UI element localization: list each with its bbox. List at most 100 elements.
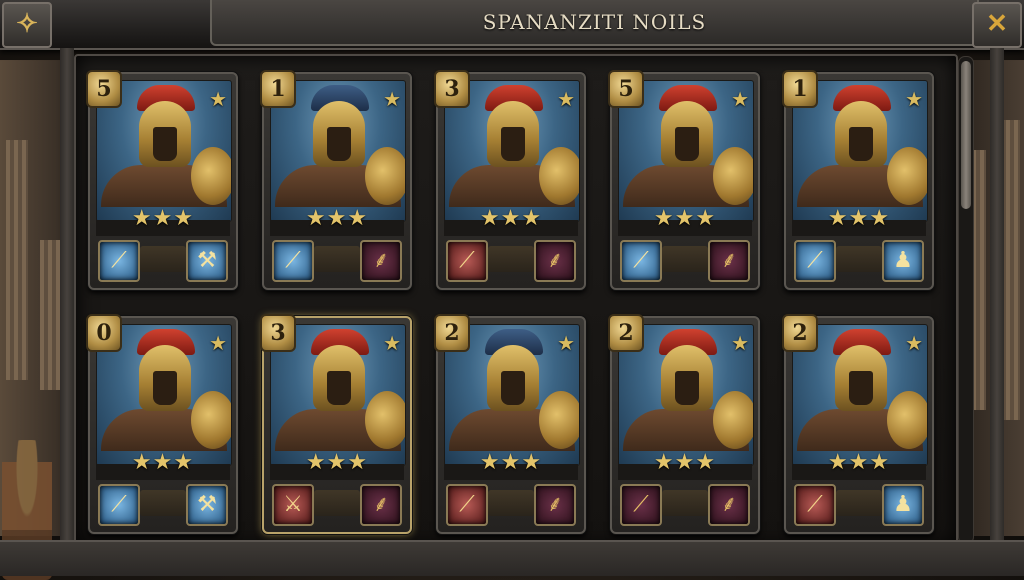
spear-icon[interactable]: ⟋ [794, 240, 836, 282]
stars-strip: ★★★ [792, 450, 926, 480]
spear-icon[interactable]: ⟋ [272, 240, 314, 282]
level-badge: 2 [782, 314, 818, 352]
hero-shield [887, 147, 927, 205]
hero-helmet [835, 101, 887, 167]
favorite-star-icon: ★ [383, 331, 401, 355]
card-ornament [836, 246, 882, 272]
hero-helmet [139, 345, 191, 411]
laurel-icon[interactable]: ⸙ [708, 240, 750, 282]
ruin-column [40, 240, 62, 390]
blade-icon[interactable]: ⸙ [360, 484, 402, 526]
hero-shield [191, 147, 231, 205]
crossed-spears-icon[interactable]: ⚔ [272, 484, 314, 526]
stars-strip: ★★★ [96, 206, 230, 236]
hero-shield [887, 391, 927, 449]
card-ornament [662, 246, 708, 272]
laurel-icon[interactable]: ⸙ [534, 240, 576, 282]
card-ornament [488, 490, 534, 516]
ruin-column [6, 140, 28, 380]
hero-card[interactable]: ★ 5 ★★★ ⟋ ⚒ [86, 70, 238, 290]
hero-helmet [661, 101, 713, 167]
stars-strip: ★★★ [270, 206, 404, 236]
level-badge: 5 [86, 70, 122, 108]
stars-strip: ★★★ [444, 206, 578, 236]
level-badge: 2 [434, 314, 470, 352]
hero-helmet [487, 345, 539, 411]
star-rating: ★★★ [131, 206, 195, 231]
favorite-star-icon: ★ [557, 87, 575, 111]
favorite-star-icon: ★ [557, 331, 575, 355]
title-plate: SPANANZITI NOILS [210, 0, 979, 46]
hero-card[interactable]: ★ 5 ★★★ ⟋ ⸙ [608, 70, 760, 290]
bottom-frame [0, 540, 1024, 576]
blade-icon[interactable]: ⸙ [708, 484, 750, 526]
top-frame: ✧ SPANANZITI NOILS ✕ [0, 0, 1024, 50]
laurel-icon[interactable]: ⸙ [534, 484, 576, 526]
right-rail [990, 48, 1004, 542]
close-button[interactable]: ✕ [972, 2, 1022, 48]
spear-icon[interactable]: ⟋ [620, 240, 662, 282]
left-rail [60, 48, 74, 542]
warrior-silhouette-icon[interactable]: ♟ [882, 484, 924, 526]
star-rating: ★★★ [479, 450, 543, 475]
star-rating: ★★★ [305, 450, 369, 475]
hero-shield [365, 391, 405, 449]
spear-icon[interactable]: ⟋ [98, 240, 140, 282]
ornament-icon: ✧ [16, 9, 38, 39]
favorite-star-icon: ★ [383, 87, 401, 111]
level-badge: 3 [434, 70, 470, 108]
scrollbar[interactable] [958, 56, 974, 544]
card-ornament [314, 490, 360, 516]
hero-helmet [313, 345, 365, 411]
favorite-star-icon: ★ [905, 87, 923, 111]
warrior-silhouette-icon[interactable]: ⚒ [186, 240, 228, 282]
hero-card[interactable]: ★ 2 ★★★ ⟋ ⸙ [434, 314, 586, 534]
hero-card[interactable]: ★ 1 ★★★ ⟋ ⸙ [260, 70, 412, 290]
hero-shield [539, 147, 579, 205]
card-ornament [314, 246, 360, 272]
hero-card[interactable]: ★ 1 ★★★ ⟋ ♟ [782, 70, 934, 290]
hero-shield [365, 147, 405, 205]
hero-card[interactable]: ★ 2 ★★★ ⟋ ♟ [782, 314, 934, 534]
hero-card[interactable]: ★ 0 ★★★ ⟋ ⚒ [86, 314, 238, 534]
hero-helmet [661, 345, 713, 411]
close-icon: ✕ [986, 9, 1008, 39]
level-badge: 1 [260, 70, 296, 108]
page-title: SPANANZITI NOILS [482, 10, 707, 34]
hero-card[interactable]: ★ 2 ★★★ ⟋ ⸙ [608, 314, 760, 534]
hero-card[interactable]: ★ 3 ★★★ ⚔ ⸙ [260, 314, 412, 534]
hero-shield [539, 391, 579, 449]
card-ornament [488, 246, 534, 272]
stars-strip: ★★★ [792, 206, 926, 236]
favorite-star-icon: ★ [209, 331, 227, 355]
stars-strip: ★★★ [270, 450, 404, 480]
level-badge: 1 [782, 70, 818, 108]
hero-card[interactable]: ★ 3 ★★★ ⟋ ⸙ [434, 70, 586, 290]
stars-strip: ★★★ [618, 206, 752, 236]
scroll-thumb[interactable] [961, 61, 971, 209]
hero-helmet [835, 345, 887, 411]
card-ornament [140, 246, 186, 272]
warrior-silhouette-icon[interactable]: ⚒ [186, 484, 228, 526]
spear-icon[interactable]: ⟋ [98, 484, 140, 526]
favorite-star-icon: ★ [209, 87, 227, 111]
star-rating: ★★★ [827, 450, 891, 475]
hero-helmet [139, 101, 191, 167]
spear-icon[interactable]: ⟋ [446, 240, 488, 282]
hero-shield [713, 391, 753, 449]
hero-helmet [487, 101, 539, 167]
menu-button[interactable]: ✧ [2, 2, 52, 48]
star-rating: ★★★ [653, 450, 717, 475]
level-badge: 5 [608, 70, 644, 108]
hero-shield [191, 391, 231, 449]
level-badge: 0 [86, 314, 122, 352]
spear-icon[interactable]: ⟋ [446, 484, 488, 526]
star-rating: ★★★ [653, 206, 717, 231]
level-badge: 2 [608, 314, 644, 352]
warrior-silhouette-icon[interactable]: ♟ [882, 240, 924, 282]
laurel-icon[interactable]: ⸙ [360, 240, 402, 282]
favorite-star-icon: ★ [731, 87, 749, 111]
spear-icon[interactable]: ⟋ [620, 484, 662, 526]
favorite-star-icon: ★ [905, 331, 923, 355]
spear-icon[interactable]: ⟋ [794, 484, 836, 526]
